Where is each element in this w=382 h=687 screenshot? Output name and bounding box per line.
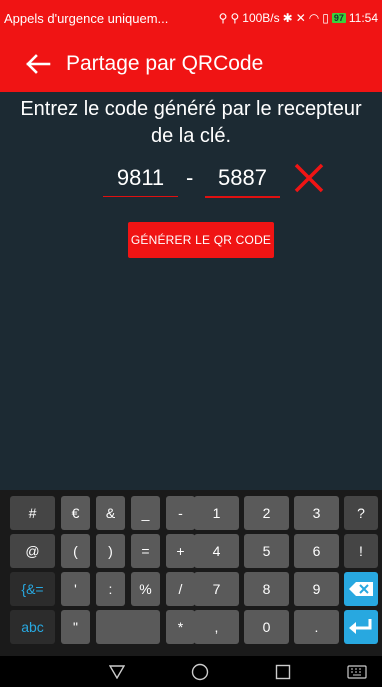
- network-speed: 100B/s: [242, 11, 280, 25]
- enter-icon: [349, 619, 372, 634]
- page-title: Partage par QRCode: [66, 52, 264, 75]
- key-period[interactable]: .: [294, 610, 339, 644]
- key-minus[interactable]: -: [166, 496, 195, 530]
- keyboard-switch-icon: [347, 664, 367, 679]
- code-field-2[interactable]: 5887: [205, 160, 280, 198]
- usb-icon-2: ⚲: [230, 11, 240, 25]
- key-slash[interactable]: /: [166, 572, 195, 606]
- home-circle-icon: [191, 663, 209, 680]
- backspace-icon: [349, 582, 373, 596]
- key-4[interactable]: 4: [194, 534, 239, 568]
- key-paren-close[interactable]: ): [96, 534, 125, 568]
- status-carrier: Appels d'urgence uniquem...: [4, 10, 169, 26]
- key-8[interactable]: 8: [244, 572, 289, 606]
- bluetooth-icon: ✱: [282, 11, 293, 25]
- key-question[interactable]: ?: [344, 496, 378, 530]
- key-at[interactable]: @: [10, 534, 55, 568]
- instruction-line-1: Entrez le code généré par le recepteur: [20, 98, 362, 120]
- key-underscore[interactable]: _: [131, 496, 160, 530]
- key-9[interactable]: 9: [294, 572, 339, 606]
- status-time: 11:54: [348, 11, 378, 25]
- instruction-text: Entrez le code généré par le recepteur d…: [0, 96, 382, 150]
- key-paren-open[interactable]: (: [61, 534, 90, 568]
- nav-recents-button[interactable]: [266, 656, 300, 687]
- battery-icon: 97: [331, 13, 346, 23]
- generate-qr-button[interactable]: GÉNÉRER LE QR CODE: [128, 222, 274, 258]
- code-separator: -: [186, 165, 194, 190]
- key-3[interactable]: 3: [294, 496, 339, 530]
- backspace-key[interactable]: [344, 572, 378, 606]
- back-button[interactable]: [18, 44, 58, 84]
- enter-key[interactable]: [344, 610, 378, 644]
- key-exclamation[interactable]: !: [344, 534, 378, 568]
- nav-home-button[interactable]: [183, 656, 217, 687]
- usb-icon: ⚲: [218, 11, 228, 25]
- key-colon[interactable]: :: [96, 572, 125, 606]
- key-1[interactable]: 1: [194, 496, 239, 530]
- key-7[interactable]: 7: [194, 572, 239, 606]
- arrow-left-icon: [26, 54, 51, 74]
- key-2[interactable]: 2: [244, 496, 289, 530]
- key-apostrophe[interactable]: ': [61, 572, 90, 606]
- mute-icon: ✕: [295, 11, 306, 25]
- key-ampersand[interactable]: &: [96, 496, 125, 530]
- key-equals[interactable]: =: [131, 534, 160, 568]
- code-field-1[interactable]: 9811: [103, 160, 178, 197]
- key-quote[interactable]: ": [61, 610, 90, 644]
- key-percent[interactable]: %: [131, 572, 160, 606]
- key-comma[interactable]: ,: [194, 610, 239, 644]
- keyboard: # € & _ - 1 2 3 ? @ ( ) = + 4 5 6 ! {&= …: [0, 490, 382, 656]
- close-x-icon[interactable]: [293, 162, 325, 194]
- wifi-icon: ◠: [308, 11, 320, 25]
- instruction-line-2: de la clé.: [150, 125, 232, 147]
- key-symbols-toggle[interactable]: {&=: [10, 572, 55, 606]
- key-euro[interactable]: €: [61, 496, 90, 530]
- key-space[interactable]: [96, 610, 160, 644]
- key-hash[interactable]: #: [10, 496, 55, 530]
- code-row: 9811 - 5887: [0, 160, 382, 200]
- key-abc-toggle[interactable]: abc: [10, 610, 55, 644]
- status-icons: ⚲ ⚲ 100B/s ✱ ✕ ◠ ▯ 97 11:54: [168, 11, 378, 25]
- sim-icon: ▯: [322, 11, 329, 25]
- recents-square-icon: [275, 664, 291, 679]
- navigation-bar: [0, 656, 382, 687]
- app-bar: Partage par QRCode: [0, 36, 382, 92]
- nav-keyboard-button[interactable]: [340, 656, 374, 687]
- key-6[interactable]: 6: [294, 534, 339, 568]
- key-5[interactable]: 5: [244, 534, 289, 568]
- key-plus[interactable]: +: [166, 534, 195, 568]
- back-triangle-icon: [109, 664, 125, 679]
- key-0[interactable]: 0: [244, 610, 289, 644]
- status-bar: Appels d'urgence uniquem... ⚲ ⚲ 100B/s ✱…: [0, 0, 382, 36]
- key-asterisk[interactable]: *: [166, 610, 195, 644]
- nav-back-button[interactable]: [100, 656, 134, 687]
